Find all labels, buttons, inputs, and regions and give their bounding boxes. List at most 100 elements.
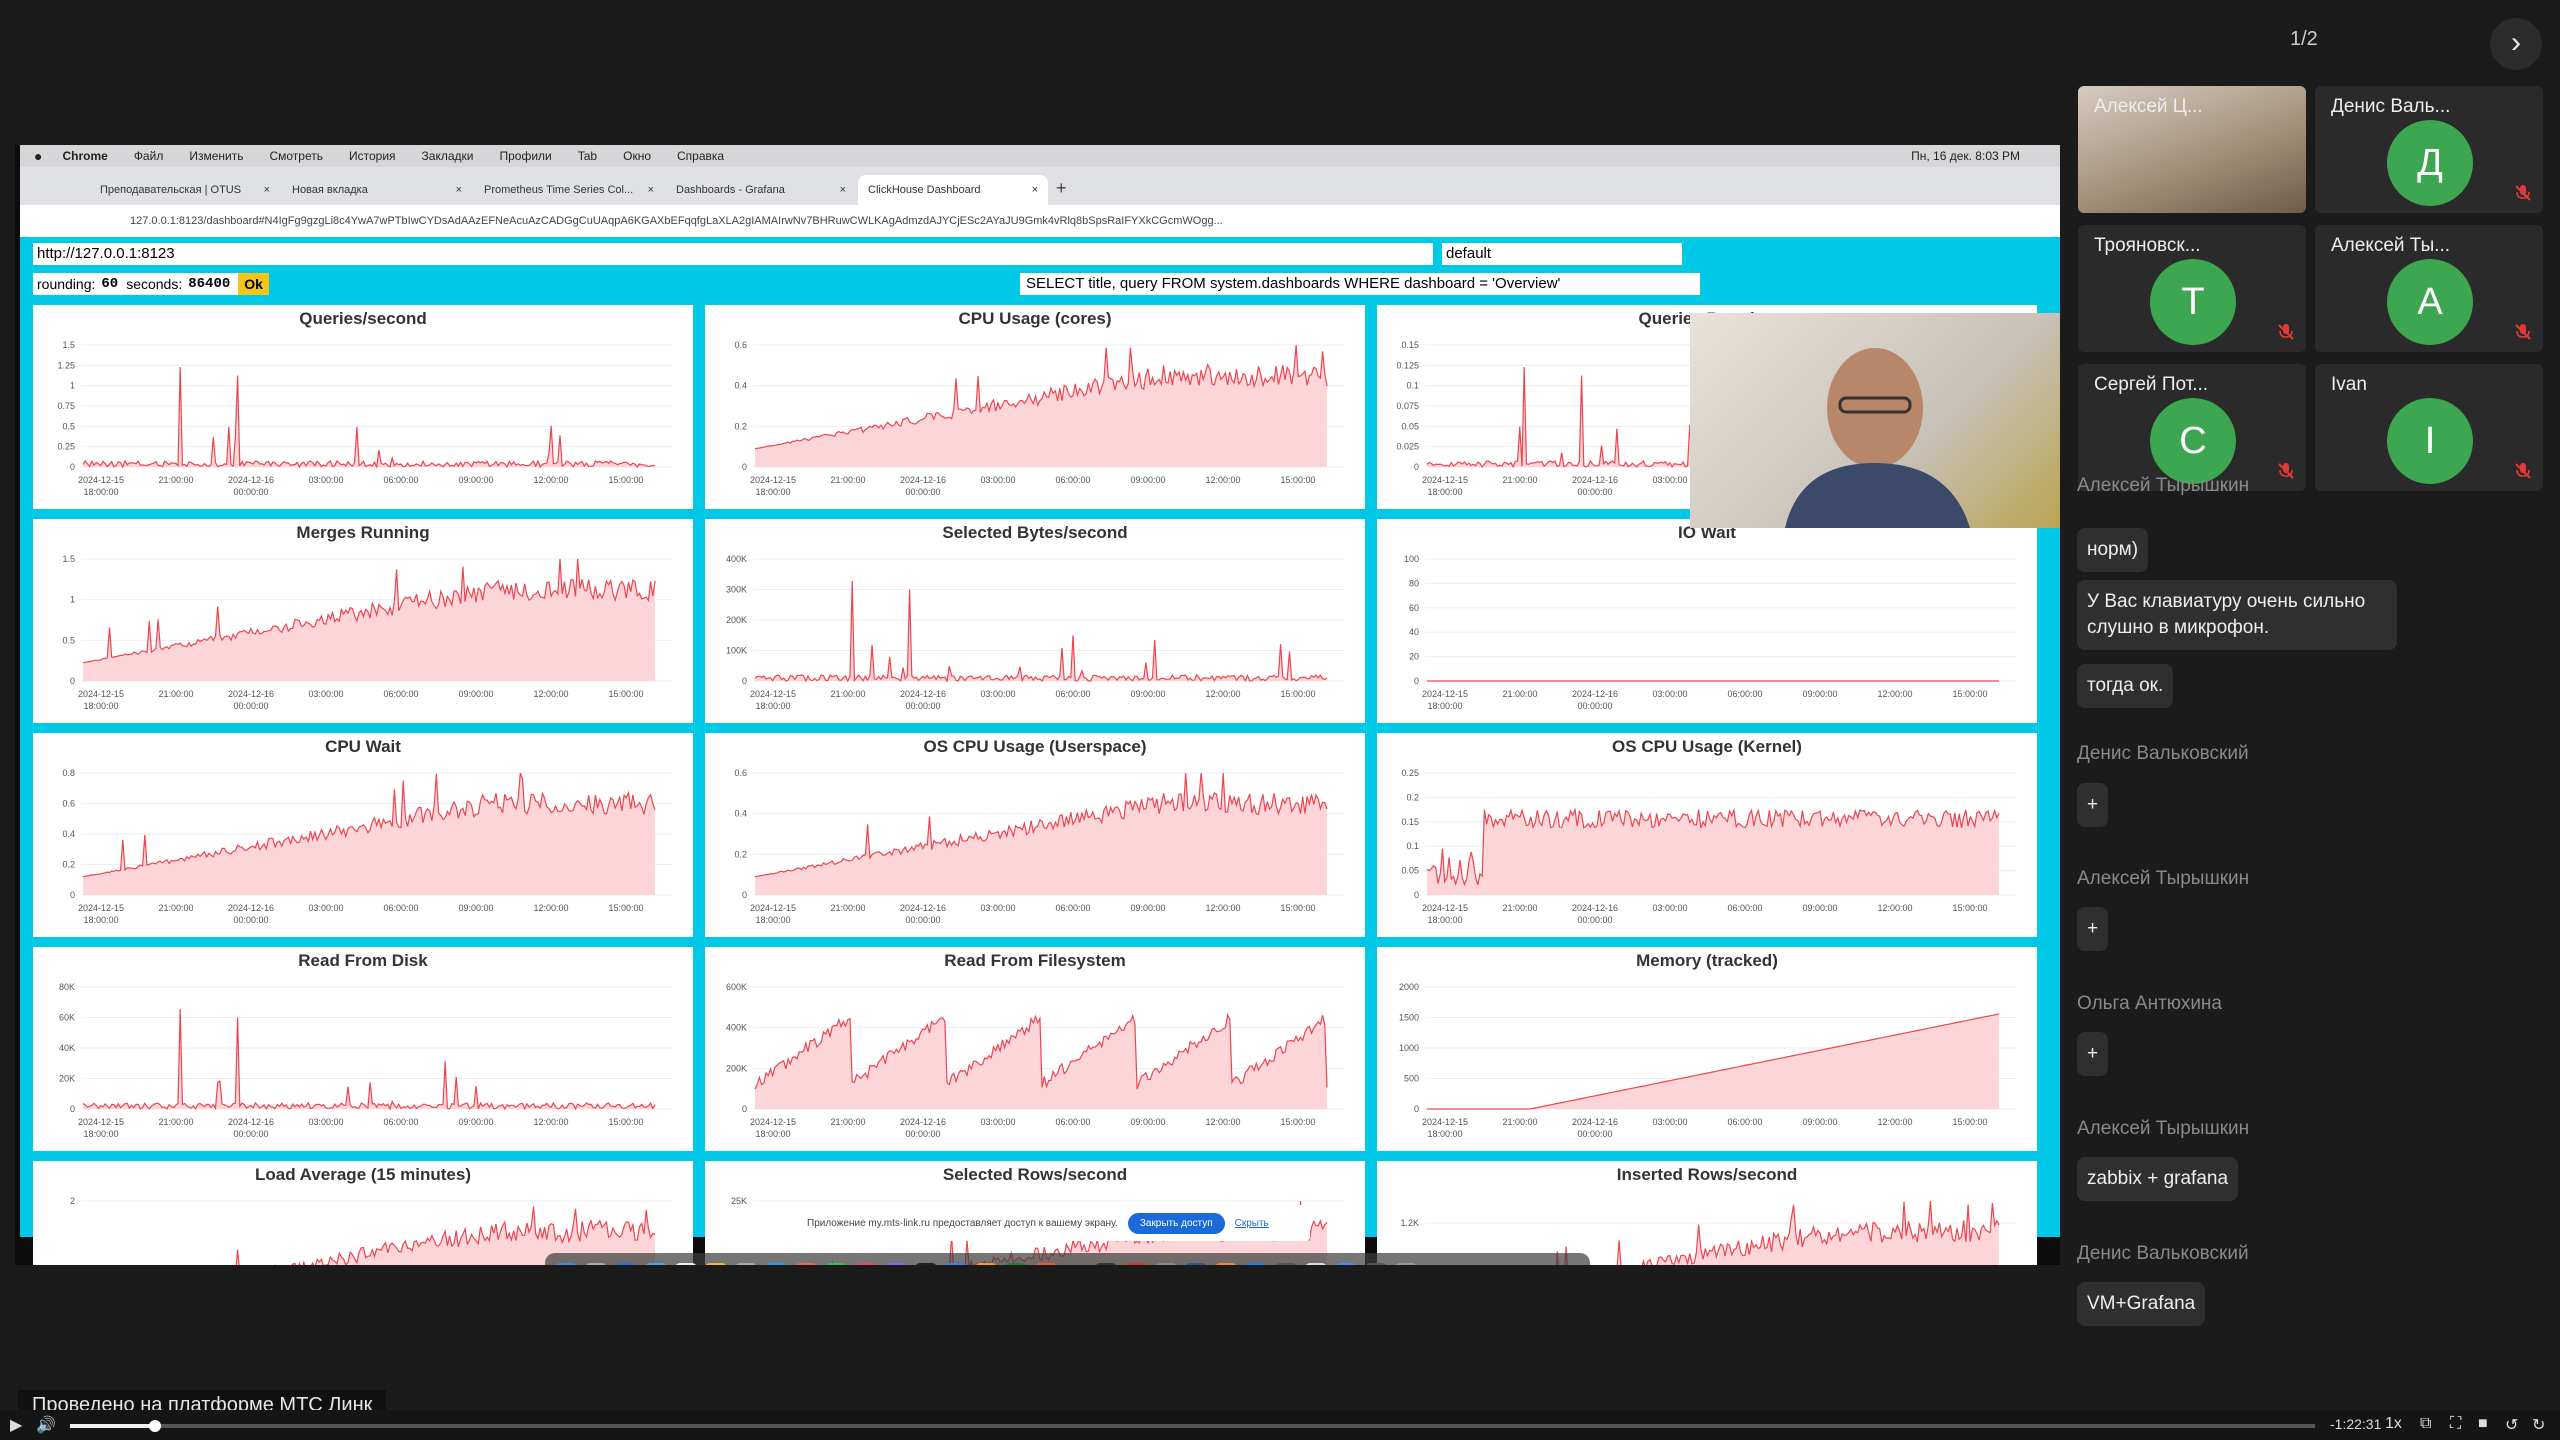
- dock-app-icon[interactable]: [735, 1263, 757, 1265]
- y-tick-label: 0.6: [734, 768, 747, 778]
- participant-tile[interactable]: Денис Валь... Д: [2315, 86, 2543, 213]
- menu-item[interactable]: Файл: [134, 149, 164, 163]
- dock-app-icon[interactable]: [975, 1263, 997, 1265]
- volume-icon[interactable]: 🔊: [36, 1415, 56, 1435]
- ok-button[interactable]: Ok: [238, 273, 269, 295]
- x-tick-label: 03:00:00: [980, 475, 1015, 485]
- dock-app-icon[interactable]: [765, 1263, 787, 1265]
- seconds-input[interactable]: 86400: [188, 276, 230, 292]
- x-tick-label-sub: 00:00:00: [905, 915, 940, 925]
- close-icon[interactable]: ×: [648, 184, 654, 196]
- x-tick-label: 06:00:00: [1727, 1117, 1762, 1127]
- close-icon[interactable]: ×: [456, 184, 462, 196]
- browser-tab[interactable]: Dashboards - Grafana ×: [666, 175, 856, 205]
- y-tick-label: 80K: [59, 982, 75, 992]
- dock-app-icon[interactable]: [1245, 1263, 1267, 1265]
- dock-app-icon[interactable]: [1065, 1263, 1087, 1265]
- dock-app-icon[interactable]: [1275, 1263, 1297, 1265]
- dock-app-icon[interactable]: [1005, 1263, 1027, 1265]
- dock-app-icon[interactable]: [825, 1263, 847, 1265]
- dock-app-icon[interactable]: [1095, 1263, 1117, 1265]
- dock-app-icon[interactable]: [1305, 1263, 1327, 1265]
- close-icon[interactable]: ×: [264, 184, 270, 196]
- dock-app-icon[interactable]: [1035, 1263, 1057, 1265]
- hide-notice-link[interactable]: Скрыть: [1235, 1218, 1269, 1229]
- dock-app-icon[interactable]: [1125, 1263, 1147, 1265]
- dock-app-icon[interactable]: [1155, 1263, 1177, 1265]
- menu-item[interactable]: Окно: [623, 149, 651, 163]
- progress-bar[interactable]: [70, 1420, 2315, 1432]
- x-tick-label: 09:00:00: [1802, 689, 1837, 699]
- menu-item[interactable]: Профили: [499, 149, 551, 163]
- fullscreen-icon[interactable]: ⛶: [2450, 1415, 2461, 1433]
- close-icon[interactable]: ×: [840, 184, 846, 196]
- clickhouse-user-input[interactable]: default: [1442, 243, 1682, 265]
- menu-item[interactable]: История: [349, 149, 396, 163]
- close-icon[interactable]: ×: [1032, 184, 1038, 196]
- dock-app-icon[interactable]: [945, 1263, 967, 1265]
- dock-app-icon[interactable]: [1395, 1263, 1417, 1265]
- dock-app-icon[interactable]: [1185, 1263, 1207, 1265]
- x-tick-label: 06:00:00: [1055, 475, 1090, 485]
- dock-app-icon[interactable]: [795, 1263, 817, 1265]
- playback-speed-button[interactable]: 1x: [2385, 1415, 2402, 1433]
- dock-app-icon[interactable]: [585, 1263, 607, 1265]
- dock-app-icon[interactable]: [915, 1263, 937, 1265]
- stop-icon[interactable]: ■: [2478, 1415, 2488, 1433]
- participant-tile[interactable]: Ivan I: [2315, 364, 2543, 491]
- dock-app-icon[interactable]: [1215, 1263, 1237, 1265]
- participant-name: Трояновск...: [2094, 235, 2201, 256]
- dock-app-icon[interactable]: [1365, 1263, 1387, 1265]
- y-tick-label: 1.5: [62, 554, 75, 564]
- participant-tile[interactable]: Трояновск... Т: [2078, 225, 2306, 352]
- chart-plot: 0 20 40 60 80 100 2024-12-15 18:00:00 21:00:00 20…: [1404, 554, 2017, 711]
- apple-icon[interactable]: ●: [34, 148, 42, 164]
- browser-tab[interactable]: Prometheus Time Series Col... ×: [474, 175, 664, 205]
- progress-knob[interactable]: [149, 1420, 162, 1432]
- dock-app-icon[interactable]: [1335, 1263, 1357, 1265]
- dock-app-icon[interactable]: [855, 1263, 877, 1265]
- menu-item[interactable]: Смотреть: [269, 149, 323, 163]
- browser-tab[interactable]: Преподавательская | OTUS ×: [90, 175, 280, 205]
- browser-tab-active[interactable]: ClickHouse Dashboard ×: [858, 175, 1048, 205]
- browser-tab[interactable]: Новая вкладка ×: [282, 175, 472, 205]
- y-tick-label: 0.25: [57, 442, 75, 452]
- x-tick-label: 21:00:00: [830, 689, 865, 699]
- dock-app-icon[interactable]: [675, 1263, 697, 1265]
- participant-tile[interactable]: Сергей Пот... С: [2078, 364, 2306, 491]
- chart-plot: 0 0.2 0.4 0.6 0.8 2024-12-15 18:00:00 21:00:00 2…: [62, 768, 673, 925]
- participant-tile[interactable]: Алексей Ц...: [2078, 86, 2306, 213]
- dock-app-icon[interactable]: [885, 1263, 907, 1265]
- clickhouse-url-input[interactable]: http://127.0.0.1:8123: [33, 243, 1433, 265]
- menu-item[interactable]: Tab: [578, 149, 597, 163]
- picture-in-picture-icon[interactable]: ⧉: [2420, 1415, 2431, 1433]
- participant-tile[interactable]: Алексей Ты... А: [2315, 225, 2543, 352]
- x-tick-label: 15:00:00: [608, 903, 643, 913]
- chat-message: VM+Grafana: [2077, 1282, 2206, 1326]
- next-page-button[interactable]: ›: [2490, 18, 2542, 70]
- dashboard-query-input[interactable]: SELECT title, query FROM system.dashboar…: [1020, 273, 1700, 295]
- chat-sender-name: Алексей Тырышкин: [2077, 475, 2250, 496]
- menu-item[interactable]: Изменить: [189, 149, 243, 163]
- chat-message: У Вас клавиатуру очень сильно слушно в м…: [2077, 580, 2397, 650]
- menu-item[interactable]: Chrome: [62, 149, 107, 163]
- dock-app-icon[interactable]: [705, 1263, 727, 1265]
- dock-app-icon[interactable]: [645, 1263, 667, 1265]
- x-tick-label: 09:00:00: [1802, 1117, 1837, 1127]
- x-tick-label: 2024-12-16: [1572, 475, 1618, 485]
- menu-item[interactable]: Справка: [677, 149, 724, 163]
- dock-app-icon[interactable]: [615, 1263, 637, 1265]
- forward-icon[interactable]: ↻: [2532, 1415, 2545, 1435]
- x-tick-label: 09:00:00: [1130, 475, 1165, 485]
- new-tab-icon[interactable]: +: [1056, 178, 1067, 199]
- dock-app-icon[interactable]: [555, 1263, 577, 1265]
- address-bar[interactable]: 127.0.0.1:8123/dashboard#N4IgFg9gzgLi8c4…: [20, 205, 2060, 237]
- stop-sharing-button[interactable]: Закрыть доступ: [1127, 1212, 1225, 1234]
- x-tick-label: 2024-12-15: [1422, 475, 1468, 485]
- menu-item[interactable]: Закладки: [422, 149, 474, 163]
- x-tick-label: 03:00:00: [980, 689, 1015, 699]
- rewind-icon[interactable]: ↺: [2505, 1415, 2518, 1435]
- play-icon[interactable]: ▶: [10, 1415, 22, 1435]
- screen-share-notice: Приложение my.mts-link.ru предоставляет …: [795, 1205, 1310, 1241]
- rounding-input[interactable]: 60: [101, 276, 118, 292]
